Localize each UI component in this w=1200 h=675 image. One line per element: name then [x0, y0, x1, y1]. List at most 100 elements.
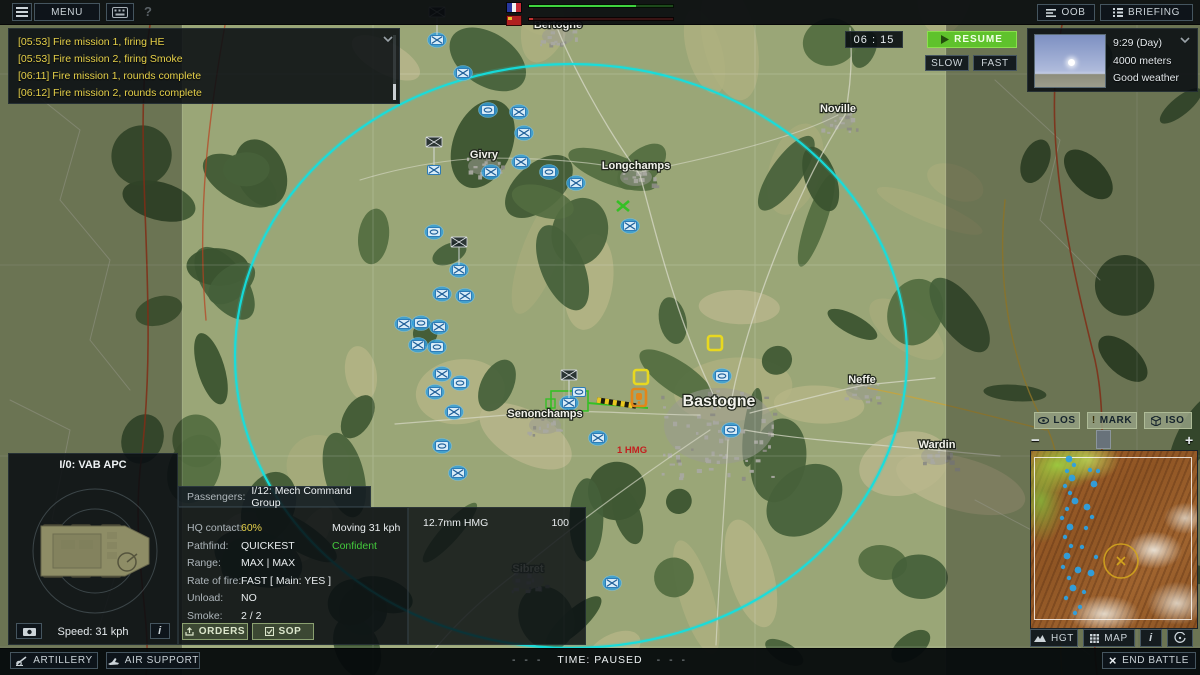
minimap-unit-dot: [1073, 611, 1077, 615]
artillery-button[interactable]: ARTILLERY: [10, 652, 98, 669]
info-row-value: QUICKEST: [241, 540, 295, 552]
unit-marker-apc[interactable]: [451, 376, 470, 391]
info-row-value: FAST [ Main: YES ]: [241, 575, 331, 587]
chevron-down-icon: [383, 36, 393, 42]
info-row-label: Rate of fire:: [187, 575, 241, 587]
unit-marker-inf[interactable]: [449, 466, 468, 481]
orders-label: ORDERS: [199, 626, 245, 637]
orders-button[interactable]: ORDERS: [182, 623, 248, 640]
info-row-label: HQ contact:: [187, 522, 241, 534]
zoom-out-button[interactable]: −: [1031, 432, 1040, 449]
minimap[interactable]: [1030, 450, 1198, 629]
log-collapse-button[interactable]: [383, 36, 393, 42]
unit-marker-inf[interactable]: [621, 219, 640, 234]
unit-marker-inf[interactable]: [433, 287, 452, 302]
unit-title: I/0: VAB APC: [9, 459, 177, 471]
map-label-givry: Givry: [470, 149, 499, 161]
info-row-value: NO: [241, 592, 257, 604]
unit-marker-inf[interactable]: [433, 367, 452, 382]
hamburger-menu-button[interactable]: [12, 3, 32, 21]
unit-marker-apc[interactable]: [573, 388, 586, 397]
unit-marker-inf[interactable]: [589, 431, 608, 446]
minimap-unit-dot: [1065, 507, 1069, 511]
mountain-icon: [1034, 634, 1046, 642]
info-row-value: 60%: [241, 522, 262, 534]
time-status-label: TIME: PAUSED: [557, 654, 642, 666]
minimap-unit-dot: [1069, 544, 1073, 548]
unit-marker-inf[interactable]: [426, 385, 445, 400]
briefing-button[interactable]: BRIEFING: [1100, 4, 1193, 21]
minimap-unit-dot: [1067, 524, 1074, 531]
oob-button[interactable]: OOB: [1037, 4, 1095, 21]
unit-marker-apc[interactable]: [540, 165, 559, 180]
minimap-unit-dot: [1082, 590, 1086, 594]
unit-marker-inf[interactable]: [482, 165, 501, 180]
unit-marker-inf[interactable]: [603, 576, 622, 591]
resume-button[interactable]: RESUME: [927, 31, 1017, 48]
unit-marker-inf[interactable]: [567, 176, 586, 191]
minimap-unit-dot: [1063, 484, 1067, 488]
unit-marker-inf[interactable]: [456, 289, 475, 304]
exclamation-icon: !: [1092, 415, 1096, 426]
log-message: [06:12] Fire mission 2, rounds complete: [18, 85, 385, 102]
weather-collapse-button[interactable]: [1180, 37, 1190, 43]
los-button[interactable]: LOS: [1034, 412, 1080, 429]
unit-marker-apc[interactable]: [425, 225, 444, 240]
sop-button[interactable]: SOP: [252, 623, 314, 640]
los-label: LOS: [1053, 415, 1075, 426]
minimap-unit-dot: [1088, 570, 1095, 577]
log-scrollbar-track[interactable]: [393, 35, 396, 85]
map-mode-button[interactable]: MAP: [1083, 629, 1135, 647]
zoom-slider-handle[interactable]: [1096, 430, 1111, 449]
log-scrollbar-thumb[interactable]: [393, 84, 396, 100]
enemy-strength-bar: [528, 17, 674, 21]
unit-marker-inf[interactable]: [409, 338, 428, 353]
minimap-unit-dot: [1070, 585, 1077, 592]
unit-info-button[interactable]: i: [150, 623, 170, 639]
briefing-icon: [1113, 8, 1123, 17]
minimap-unit-dot: [1067, 576, 1071, 580]
weather-time: 9:29 (Day): [1113, 35, 1179, 53]
dash-decoration: - - -: [657, 654, 688, 666]
unit-marker-apc[interactable]: [412, 316, 431, 331]
log-message: [05:53] Fire mission 2, firing Smoke: [18, 51, 385, 68]
hgt-button[interactable]: HGT: [1030, 629, 1078, 647]
unit-marker-apc[interactable]: [428, 340, 447, 355]
passengers-bar[interactable]: Passengers: I/12: Mech Command Group: [178, 486, 371, 507]
minimap-unit-dot: [1063, 535, 1067, 539]
minimap-unit-dot: [1088, 468, 1092, 472]
unit-marker-apc[interactable]: [433, 439, 452, 454]
iso-button[interactable]: ISO: [1144, 412, 1192, 429]
unit-marker-inf[interactable]: [510, 105, 529, 120]
mark-button[interactable]: ! MARK: [1087, 412, 1137, 429]
unit-marker-apc[interactable]: [713, 369, 732, 384]
unit-marker-inf[interactable]: [512, 155, 531, 170]
zoom-in-button[interactable]: +: [1185, 432, 1193, 448]
map-info-button[interactable]: i: [1140, 629, 1162, 647]
air-support-button[interactable]: AIR SUPPORT: [106, 652, 200, 669]
minimap-unit-dot: [1060, 516, 1064, 520]
minimap-unit-dot: [1080, 545, 1084, 549]
menu-button[interactable]: MENU: [34, 3, 100, 21]
minimap-unit-dot: [1072, 463, 1076, 467]
unit-marker-apc[interactable]: [722, 423, 741, 438]
unit-marker-inf[interactable]: [454, 66, 473, 81]
unit-marker-inf[interactable]: [445, 405, 464, 420]
weapon-ammo-count: 100: [551, 517, 569, 529]
unit-marker-inf[interactable]: [395, 317, 414, 332]
compass-button[interactable]: [1167, 629, 1193, 647]
iso-cube-icon: [1151, 416, 1161, 426]
info-row: Smoke:2 / 2: [187, 610, 261, 622]
fast-button[interactable]: FAST: [973, 55, 1017, 71]
slow-button[interactable]: SLOW: [925, 55, 969, 71]
weather-panel: 9:29 (Day) 4000 meters Good weather: [1027, 28, 1198, 92]
end-battle-button[interactable]: × END BATTLE: [1102, 652, 1196, 669]
enemy-contact-label: 1 HMG: [617, 445, 647, 456]
minimap-unit-dot: [1064, 553, 1071, 560]
unit-marker-inf[interactable]: [430, 320, 449, 335]
unit-marker-apc[interactable]: [479, 103, 498, 118]
help-button[interactable]: ?: [144, 4, 152, 19]
unit-marker-inf[interactable]: [515, 126, 534, 141]
keyboard-shortcuts-button[interactable]: [106, 3, 134, 21]
keyboard-icon: [112, 7, 128, 18]
